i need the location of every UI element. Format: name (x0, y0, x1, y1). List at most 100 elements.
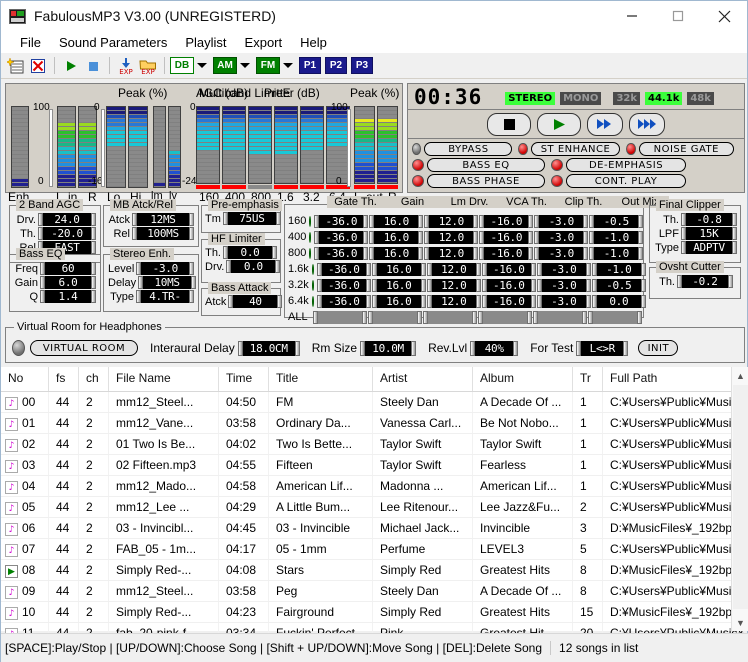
spinner-finalclipper-type[interactable]: ADPTV (681, 241, 737, 254)
scrollbar-thumb[interactable] (733, 385, 748, 609)
limiter-spinner-32k-2[interactable]: 12.0 (427, 279, 481, 292)
limiter-value-ALL-5[interactable] (593, 311, 637, 324)
spinner-right-grip[interactable] (732, 241, 737, 254)
limiter-value-160-0[interactable]: -36.0 (319, 215, 363, 228)
spinner-ovshtcutter-th[interactable]: -0.2 (677, 275, 733, 288)
limiter-spinner-ALL-5[interactable] (588, 311, 642, 324)
export-file-icon[interactable]: EXP (115, 55, 137, 77)
spinner-right-grip[interactable] (272, 246, 277, 259)
spinner-right-grip[interactable] (732, 227, 737, 240)
menu-item-sound-parameters[interactable]: Sound Parameters (50, 33, 176, 52)
limiter-spinner-32k-1[interactable]: 16.0 (372, 279, 426, 292)
table-row[interactable]: ♪04442mm12_Mado...04:58American Lif...Ma… (1, 476, 748, 497)
toggle-st-enhance[interactable]: ST ENHANCE (531, 142, 620, 156)
limiter-value-32k-5[interactable]: -0.5 (597, 279, 641, 292)
vr-spinner-interaural-delay[interactable]: 18.0CM (238, 341, 300, 356)
field-value-stereoenh-delay[interactable]: 10MS (143, 276, 191, 289)
limiter-spinner-16k-0[interactable]: -36.0 (317, 263, 371, 276)
fm-button[interactable]: FM (256, 57, 280, 74)
limiter-value-400-5[interactable]: -1.0 (594, 231, 638, 244)
spinner-right-grip[interactable] (91, 290, 96, 303)
field-value-preemphasis-tm[interactable]: 75US (228, 212, 276, 225)
spinner-right-grip[interactable] (531, 295, 536, 308)
limiter-value-32k-0[interactable]: -36.0 (322, 279, 366, 292)
limiter-spinner-400-1[interactable]: 16.0 (369, 231, 423, 244)
limiter-spinner-160-1[interactable]: 16.0 (369, 215, 423, 228)
field-value-bassattack-atck[interactable]: 40 (233, 295, 277, 308)
spinner-right-grip[interactable] (641, 295, 646, 308)
limiter-value-160-4[interactable]: -3.0 (539, 215, 583, 228)
playlist-col-full-path[interactable]: Full Path (603, 367, 748, 391)
spinner-right-grip[interactable] (362, 311, 367, 324)
limiter-spinner-64k-3[interactable]: -16.0 (482, 295, 536, 308)
limiter-value-16k-3[interactable]: -16.0 (487, 263, 531, 276)
spinner-right-grip[interactable] (421, 263, 426, 276)
playlist-col-fs[interactable]: fs (49, 367, 79, 391)
spinner-right-grip[interactable] (531, 279, 536, 292)
spinner-finalclipper-lpf[interactable]: 15K (681, 227, 737, 240)
limiter-spinner-64k-2[interactable]: 12.0 (427, 295, 481, 308)
spinner-right-grip[interactable] (411, 341, 416, 356)
spinner-agc2band-drv[interactable]: 24.0 (38, 213, 96, 226)
limiter-value-160-3[interactable]: -16.0 (484, 215, 528, 228)
menu-item-export[interactable]: Export (236, 33, 292, 52)
limiter-value-800-3[interactable]: -16.0 (484, 247, 528, 260)
playlist-col-album[interactable]: Album (473, 367, 573, 391)
spinner-right-grip[interactable] (472, 311, 477, 324)
limiter-value-800-0[interactable]: -36.0 (319, 247, 363, 260)
limiter-value-16k-2[interactable]: 12.0 (432, 263, 476, 276)
vr-value-rev-lvl[interactable]: 40% (475, 341, 513, 356)
db-button[interactable]: DB (170, 57, 194, 74)
spinner-right-grip[interactable] (366, 295, 371, 308)
spinner-right-grip[interactable] (476, 263, 481, 276)
limiter-spinner-16k-2[interactable]: 12.0 (427, 263, 481, 276)
spinner-right-grip[interactable] (418, 215, 423, 228)
spinner-mbatckrel-atck[interactable]: 12MS (132, 213, 194, 226)
menu-item-help[interactable]: Help (291, 33, 336, 52)
field-value-ovshtcutter-th[interactable]: -0.2 (682, 275, 728, 288)
limiter-value-160-1[interactable]: 16.0 (374, 215, 418, 228)
virtual-room-button[interactable]: VIRTUAL ROOM (30, 340, 138, 356)
spinner-basseq-freq[interactable]: 60 (40, 262, 96, 275)
limiter-spinner-400-5[interactable]: -1.0 (589, 231, 643, 244)
field-value-stereoenh-type[interactable]: 4.TR- (141, 290, 189, 303)
spinner-preemphasis-tm[interactable]: 75US (223, 212, 281, 225)
limiter-spinner-ALL-2[interactable] (423, 311, 477, 324)
vr-spinner-rm-size[interactable]: 10.0M (360, 341, 416, 356)
limiter-value-160-2[interactable]: 12.0 (429, 215, 473, 228)
limiter-row-led-160[interactable] (309, 216, 311, 227)
spinner-right-grip[interactable] (91, 241, 96, 254)
db-chevron-down-icon[interactable] (197, 63, 207, 68)
spinner-right-grip[interactable] (91, 262, 96, 275)
spinner-right-grip[interactable] (417, 311, 422, 324)
preset-p2-button[interactable]: P2 (325, 57, 347, 74)
toggle-noise-gate[interactable]: NOISE GATE (639, 142, 734, 156)
toggle-de-emphasis[interactable]: DE-EMPHASIS (566, 158, 686, 172)
spinner-right-grip[interactable] (366, 263, 371, 276)
spinner-right-grip[interactable] (421, 279, 426, 292)
toggle-bass-eq[interactable]: BASS EQ (427, 158, 545, 172)
toggle-bypass[interactable]: BYPASS (424, 142, 512, 156)
scroll-down-icon[interactable]: ▼ (732, 614, 748, 631)
field-value-finalclipper-type[interactable]: ADPTV (686, 241, 732, 254)
spinner-right-grip[interactable] (582, 311, 587, 324)
limiter-row-led-64k[interactable] (312, 296, 314, 307)
limiter-row-led-32k[interactable] (312, 280, 314, 291)
spinner-right-grip[interactable] (277, 295, 282, 308)
limiter-spinner-160-3[interactable]: -16.0 (479, 215, 533, 228)
spinner-right-grip[interactable] (638, 247, 643, 260)
am-chevron-down-icon[interactable] (240, 63, 250, 68)
field-value-basseq-q[interactable]: 1.4 (45, 290, 91, 303)
table-row[interactable]: ♪10442Simply Red-...04:23FairgroundSimpl… (1, 602, 748, 623)
limiter-value-16k-5[interactable]: -1.0 (597, 263, 641, 276)
limiter-row-led-16k[interactable] (312, 264, 314, 275)
stop-icon[interactable] (82, 55, 104, 77)
table-row[interactable]: ♪0244201 Two Is Be...04:02Two Is Bette..… (1, 434, 748, 455)
table-row[interactable]: ♪01442mm12_Vane...03:58Ordinary Da...Van… (1, 413, 748, 434)
play-button[interactable] (537, 113, 581, 136)
limiter-spinner-ALL-4[interactable] (533, 311, 587, 324)
limiter-spinner-160-5[interactable]: -0.5 (589, 215, 643, 228)
limiter-value-ALL-1[interactable] (373, 311, 417, 324)
spinner-right-grip[interactable] (586, 279, 591, 292)
spinner-right-grip[interactable] (421, 295, 426, 308)
